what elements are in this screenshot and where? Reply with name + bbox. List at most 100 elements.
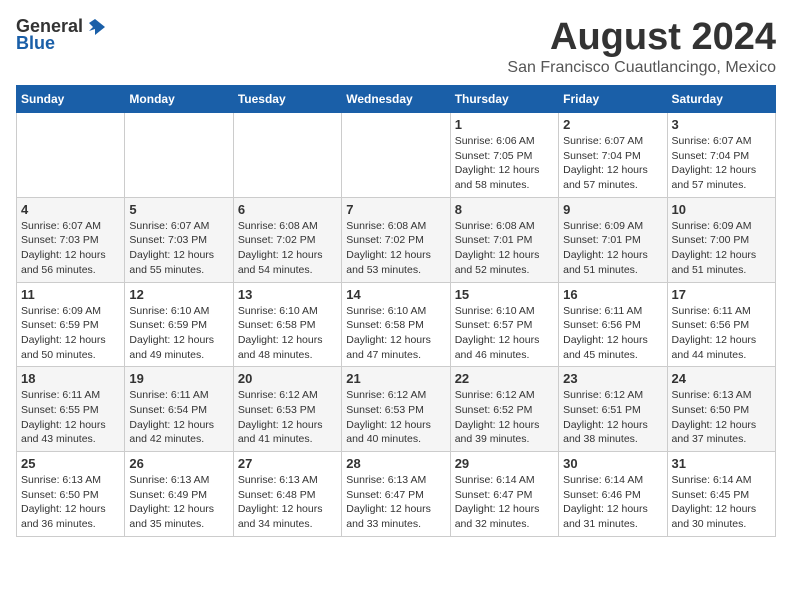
logo: General Blue [16,16,105,54]
day-number: 9 [563,202,662,217]
day-number: 27 [238,456,337,471]
calendar-cell: 2 Sunrise: 6:07 AMSunset: 7:04 PMDaylight… [559,113,667,198]
day-number: 25 [21,456,120,471]
day-number: 8 [455,202,554,217]
day-number: 26 [129,456,228,471]
calendar-cell: 13 Sunrise: 6:10 AMSunset: 6:58 PMDayligh… [233,282,341,367]
calendar-cell [125,113,233,198]
day-number: 29 [455,456,554,471]
day-info: Sunrise: 6:14 AMSunset: 6:46 PMDaylight:… [563,473,662,532]
day-number: 5 [129,202,228,217]
calendar-cell [342,113,450,198]
calendar-location: San Francisco Cuautlancingo, Mexico [507,59,776,77]
calendar-cell: 23 Sunrise: 6:12 AMSunset: 6:51 PMDayligh… [559,367,667,452]
day-number: 15 [455,287,554,302]
day-info: Sunrise: 6:12 AMSunset: 6:52 PMDaylight:… [455,388,554,447]
calendar-week-2: 4 Sunrise: 6:07 AMSunset: 7:03 PMDaylight… [17,197,776,282]
day-info: Sunrise: 6:12 AMSunset: 6:51 PMDaylight:… [563,388,662,447]
day-info: Sunrise: 6:09 AMSunset: 7:01 PMDaylight:… [563,219,662,278]
calendar-cell: 28Sunrise: 6:13 AMSunset: 6:47 PMDayligh… [342,452,450,537]
calendar-cell: 16 Sunrise: 6:11 AMSunset: 6:56 PMDayligh… [559,282,667,367]
col-header-monday: Monday [125,86,233,113]
day-info: Sunrise: 6:07 AMSunset: 7:03 PMDaylight:… [21,219,120,278]
day-number: 11 [21,287,120,302]
day-number: 18 [21,371,120,386]
calendar-cell: 20 Sunrise: 6:12 AMSunset: 6:53 PMDayligh… [233,367,341,452]
day-number: 3 [672,117,771,132]
calendar-header-row: SundayMondayTuesdayWednesdayThursdayFrid… [17,86,776,113]
day-info: Sunrise: 6:10 AMSunset: 6:57 PMDaylight:… [455,304,554,363]
day-info: Sunrise: 6:10 AMSunset: 6:59 PMDaylight:… [129,304,228,363]
calendar-cell: 6Sunrise: 6:08 AMSunset: 7:02 PMDaylight… [233,197,341,282]
day-info: Sunrise: 6:13 AMSunset: 6:50 PMDaylight:… [672,388,771,447]
calendar-cell: 31 Sunrise: 6:14 AMSunset: 6:45 PMDayligh… [667,452,775,537]
title-section: August 2024 San Francisco Cuautlancingo,… [507,16,776,77]
day-info: Sunrise: 6:06 AMSunset: 7:05 PMDaylight:… [455,134,554,193]
day-number: 31 [672,456,771,471]
day-number: 23 [563,371,662,386]
calendar-cell: 11 Sunrise: 6:09 AMSunset: 6:59 PMDayligh… [17,282,125,367]
day-number: 30 [563,456,662,471]
day-info: Sunrise: 6:09 AMSunset: 6:59 PMDaylight:… [21,304,120,363]
col-header-saturday: Saturday [667,86,775,113]
calendar-cell: 24Sunrise: 6:13 AMSunset: 6:50 PMDayligh… [667,367,775,452]
day-info: Sunrise: 6:12 AMSunset: 6:53 PMDaylight:… [238,388,337,447]
col-header-thursday: Thursday [450,86,558,113]
day-info: Sunrise: 6:08 AMSunset: 7:01 PMDaylight:… [455,219,554,278]
day-info: Sunrise: 6:07 AMSunset: 7:04 PMDaylight:… [563,134,662,193]
calendar-week-1: 1 Sunrise: 6:06 AMSunset: 7:05 PMDaylight… [17,113,776,198]
day-info: Sunrise: 6:11 AMSunset: 6:55 PMDaylight:… [21,388,120,447]
calendar-table: SundayMondayTuesdayWednesdayThursdayFrid… [16,85,776,537]
calendar-cell: 5Sunrise: 6:07 AMSunset: 7:03 PMDaylight… [125,197,233,282]
calendar-cell [17,113,125,198]
day-number: 20 [238,371,337,386]
calendar-cell: 3 Sunrise: 6:07 AMSunset: 7:04 PMDaylight… [667,113,775,198]
day-info: Sunrise: 6:11 AMSunset: 6:54 PMDaylight:… [129,388,228,447]
calendar-cell: 14 Sunrise: 6:10 AMSunset: 6:58 PMDayligh… [342,282,450,367]
day-info: Sunrise: 6:07 AMSunset: 7:04 PMDaylight:… [672,134,771,193]
day-info: Sunrise: 6:13 AMSunset: 6:47 PMDaylight:… [346,473,445,532]
calendar-week-4: 18 Sunrise: 6:11 AMSunset: 6:55 PMDayligh… [17,367,776,452]
calendar-cell: 25Sunrise: 6:13 AMSunset: 6:50 PMDayligh… [17,452,125,537]
calendar-cell: 7Sunrise: 6:08 AMSunset: 7:02 PMDaylight… [342,197,450,282]
day-info: Sunrise: 6:10 AMSunset: 6:58 PMDaylight:… [346,304,445,363]
day-number: 4 [21,202,120,217]
calendar-cell: 17 Sunrise: 6:11 AMSunset: 6:56 PMDayligh… [667,282,775,367]
calendar-cell: 21 Sunrise: 6:12 AMSunset: 6:53 PMDayligh… [342,367,450,452]
day-info: Sunrise: 6:08 AMSunset: 7:02 PMDaylight:… [346,219,445,278]
day-info: Sunrise: 6:13 AMSunset: 6:49 PMDaylight:… [129,473,228,532]
day-number: 21 [346,371,445,386]
logo-blue-text: Blue [16,33,55,54]
calendar-title: August 2024 [507,16,776,59]
day-number: 19 [129,371,228,386]
day-info: Sunrise: 6:11 AMSunset: 6:56 PMDaylight:… [672,304,771,363]
day-info: Sunrise: 6:14 AMSunset: 6:45 PMDaylight:… [672,473,771,532]
calendar-cell: 30 Sunrise: 6:14 AMSunset: 6:46 PMDayligh… [559,452,667,537]
day-info: Sunrise: 6:08 AMSunset: 7:02 PMDaylight:… [238,219,337,278]
day-number: 10 [672,202,771,217]
page-header: General Blue August 2024 San Francisco C… [16,16,776,77]
day-number: 14 [346,287,445,302]
day-number: 16 [563,287,662,302]
calendar-cell: 27Sunrise: 6:13 AMSunset: 6:48 PMDayligh… [233,452,341,537]
day-number: 22 [455,371,554,386]
calendar-cell: 1 Sunrise: 6:06 AMSunset: 7:05 PMDaylight… [450,113,558,198]
calendar-cell: 26 Sunrise: 6:13 AMSunset: 6:49 PMDayligh… [125,452,233,537]
day-info: Sunrise: 6:11 AMSunset: 6:56 PMDaylight:… [563,304,662,363]
day-info: Sunrise: 6:12 AMSunset: 6:53 PMDaylight:… [346,388,445,447]
day-number: 13 [238,287,337,302]
calendar-cell: 22 Sunrise: 6:12 AMSunset: 6:52 PMDayligh… [450,367,558,452]
col-header-friday: Friday [559,86,667,113]
day-number: 2 [563,117,662,132]
day-number: 1 [455,117,554,132]
calendar-cell [233,113,341,198]
calendar-cell: 4 Sunrise: 6:07 AMSunset: 7:03 PMDaylight… [17,197,125,282]
col-header-wednesday: Wednesday [342,86,450,113]
day-number: 17 [672,287,771,302]
calendar-cell: 19 Sunrise: 6:11 AMSunset: 6:54 PMDayligh… [125,367,233,452]
day-info: Sunrise: 6:14 AMSunset: 6:47 PMDaylight:… [455,473,554,532]
day-info: Sunrise: 6:09 AMSunset: 7:00 PMDaylight:… [672,219,771,278]
calendar-cell: 18 Sunrise: 6:11 AMSunset: 6:55 PMDayligh… [17,367,125,452]
day-info: Sunrise: 6:10 AMSunset: 6:58 PMDaylight:… [238,304,337,363]
calendar-cell: 10 Sunrise: 6:09 AMSunset: 7:00 PMDayligh… [667,197,775,282]
